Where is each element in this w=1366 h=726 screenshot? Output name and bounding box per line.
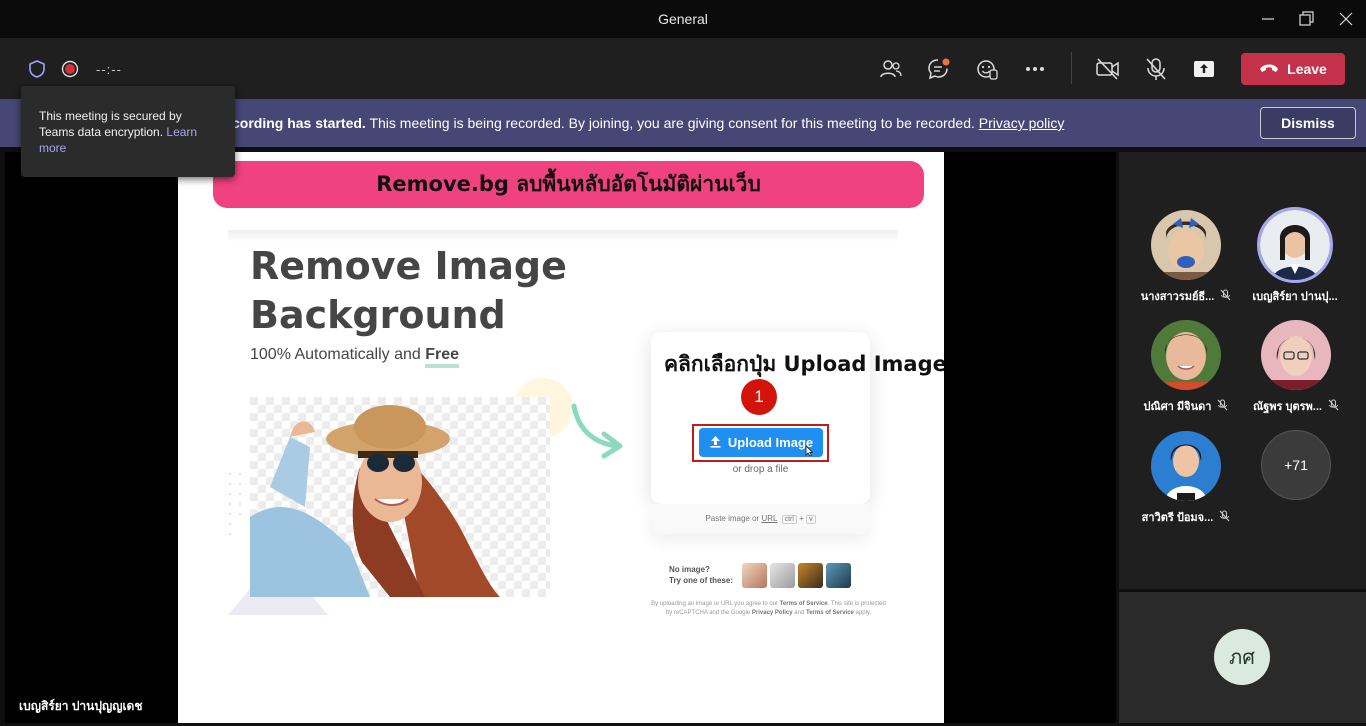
more-options-icon[interactable] bbox=[1022, 56, 1048, 82]
paste-url-link[interactable]: URL bbox=[761, 514, 777, 523]
paste-area[interactable]: Paste image or URL ctrl + v bbox=[651, 504, 870, 534]
no-image-text: No image? bbox=[669, 565, 710, 574]
headline-line-1: Remove Image bbox=[250, 244, 567, 288]
restore-icon[interactable] bbox=[1296, 9, 1316, 29]
avatar bbox=[1257, 207, 1333, 283]
try-these-text: Try one of these: bbox=[669, 576, 734, 585]
avatar bbox=[1151, 431, 1221, 501]
sample-thumbnails bbox=[742, 563, 851, 588]
participant-name: ณัฐพร บุตรพ... bbox=[1241, 397, 1351, 415]
participant-name: นางสาวรมย์ธี... bbox=[1131, 287, 1241, 305]
mic-muted-icon bbox=[1328, 399, 1339, 414]
participant-tile[interactable]: สาวิตรี ป้อมจ... bbox=[1131, 431, 1241, 526]
mic-off-icon[interactable] bbox=[1143, 56, 1169, 82]
privacy-policy-link[interactable]: Privacy policy bbox=[979, 115, 1065, 131]
participant-tile[interactable]: ปณิศา มีจินดา bbox=[1131, 320, 1241, 415]
minimize-icon[interactable] bbox=[1258, 9, 1278, 29]
drop-file-text: or drop a file bbox=[732, 464, 789, 475]
upload-icon bbox=[709, 435, 722, 451]
legal-text-4: apply. bbox=[853, 610, 872, 616]
participant-tile-active[interactable]: เบญสิร์ยา ปานปุ... bbox=[1240, 207, 1350, 305]
sample-thumb-woman[interactable] bbox=[742, 563, 767, 588]
headline: Remove Image Background bbox=[250, 242, 567, 340]
leave-button[interactable]: Leave bbox=[1241, 53, 1345, 85]
chat-icon[interactable] bbox=[926, 56, 952, 82]
upload-image-label: Upload Image bbox=[727, 435, 814, 450]
page-header-strip bbox=[228, 230, 898, 242]
example-photo-woman bbox=[250, 397, 550, 597]
subheadline-free: Free bbox=[425, 346, 460, 368]
more-participants-button[interactable]: +71 bbox=[1261, 430, 1331, 500]
share-screen-icon[interactable] bbox=[1191, 56, 1217, 82]
recording-started-text: cording has started. bbox=[232, 115, 366, 131]
participant-name-text: สาวิตรี ป้อมจ... bbox=[1141, 512, 1214, 524]
leave-label: Leave bbox=[1287, 61, 1327, 77]
kbd-v: v bbox=[806, 515, 816, 524]
close-icon[interactable] bbox=[1336, 9, 1356, 29]
self-view: ภศ bbox=[1119, 592, 1366, 723]
legal-text: By uploading an image or URL you agree t… bbox=[651, 600, 886, 618]
toolbar-divider bbox=[1071, 52, 1072, 84]
shield-icon[interactable] bbox=[27, 58, 47, 80]
legal-terms-link-2[interactable]: Terms of Service bbox=[806, 610, 854, 616]
avatar bbox=[1151, 210, 1221, 280]
participant-name: ปณิศา มีจินดา bbox=[1131, 397, 1241, 415]
recording-consent-text: This meeting is being recorded. By joini… bbox=[365, 115, 979, 131]
legal-text-1: By uploading an image or URL you agree t… bbox=[651, 601, 780, 607]
legal-terms-link[interactable]: Terms of Service bbox=[780, 601, 828, 607]
subheadline: 100% Automatically and Free bbox=[250, 346, 460, 368]
sample-thumb-object[interactable] bbox=[798, 563, 823, 588]
self-avatar: ภศ bbox=[1214, 629, 1270, 685]
participant-tile[interactable]: ณัฐพร บุตรพ... bbox=[1241, 320, 1351, 415]
sample-thumb-dog[interactable] bbox=[770, 563, 795, 588]
participant-name-text: เบญสิร์ยา ปานปุ... bbox=[1252, 291, 1338, 303]
step-number-badge: 1 bbox=[741, 379, 777, 415]
mic-muted-icon bbox=[1217, 399, 1228, 414]
instruction-overlay: คลิกเลือกปุ่ม Upload Image bbox=[664, 352, 944, 376]
subheadline-prefix: 100% Automatically and bbox=[250, 346, 426, 363]
participant-tile[interactable]: นางสาวรมย์ธี... bbox=[1131, 210, 1241, 305]
sample-images-label: No image? Try one of these: bbox=[669, 564, 733, 586]
kbd-plus: + bbox=[799, 514, 804, 523]
arrow-icon bbox=[571, 403, 623, 459]
mouse-cursor-icon bbox=[805, 445, 814, 457]
presenter-name: เบญสิร์ยา ปานปุญญเดช bbox=[19, 699, 143, 713]
recording-notice: cording has started. This meeting is bei… bbox=[232, 115, 1064, 131]
encryption-tooltip: This meeting is secured by Teams data en… bbox=[21, 86, 235, 177]
headline-line-2: Background bbox=[250, 293, 506, 337]
meeting-timer: --:-- bbox=[96, 62, 122, 77]
participant-name: สาวิตรี ป้อมจ... bbox=[1131, 508, 1241, 526]
mic-muted-icon bbox=[1220, 289, 1231, 304]
reactions-icon[interactable] bbox=[974, 56, 1000, 82]
kbd-ctrl: ctrl bbox=[781, 515, 797, 524]
dismiss-button[interactable]: Dismiss bbox=[1260, 107, 1356, 139]
tooltip-text: This meeting is secured by Teams data en… bbox=[39, 109, 182, 139]
participant-name-text: ปณิศา มีจินดา bbox=[1143, 401, 1212, 413]
title-bar: General bbox=[0, 0, 1366, 38]
shared-content: Remove.bg ลบพื้นหลับอัตโนมัติผ่านเว็บ Re… bbox=[178, 152, 944, 723]
participant-name: เบญสิร์ยา ปานปุ... bbox=[1240, 287, 1350, 305]
window-title: General bbox=[658, 11, 708, 27]
participant-name-text: ณัฐพร บุตรพ... bbox=[1253, 401, 1322, 413]
participant-name-text: นางสาวรมย์ธี... bbox=[1140, 291, 1215, 303]
avatar bbox=[1151, 320, 1221, 390]
legal-text-3: and bbox=[792, 610, 806, 616]
legal-privacy-link[interactable]: Privacy Policy bbox=[752, 610, 793, 616]
paste-text: Paste image or bbox=[705, 514, 762, 523]
mic-muted-icon bbox=[1219, 510, 1230, 525]
sample-thumb-car[interactable] bbox=[826, 563, 851, 588]
hang-up-icon bbox=[1259, 61, 1279, 77]
slide-title-banner: Remove.bg ลบพื้นหลับอัตโนมัติผ่านเว็บ bbox=[213, 161, 924, 208]
participants-icon[interactable] bbox=[878, 56, 904, 82]
camera-off-icon[interactable] bbox=[1095, 56, 1121, 82]
avatar bbox=[1261, 320, 1331, 390]
recording-icon bbox=[60, 59, 80, 79]
